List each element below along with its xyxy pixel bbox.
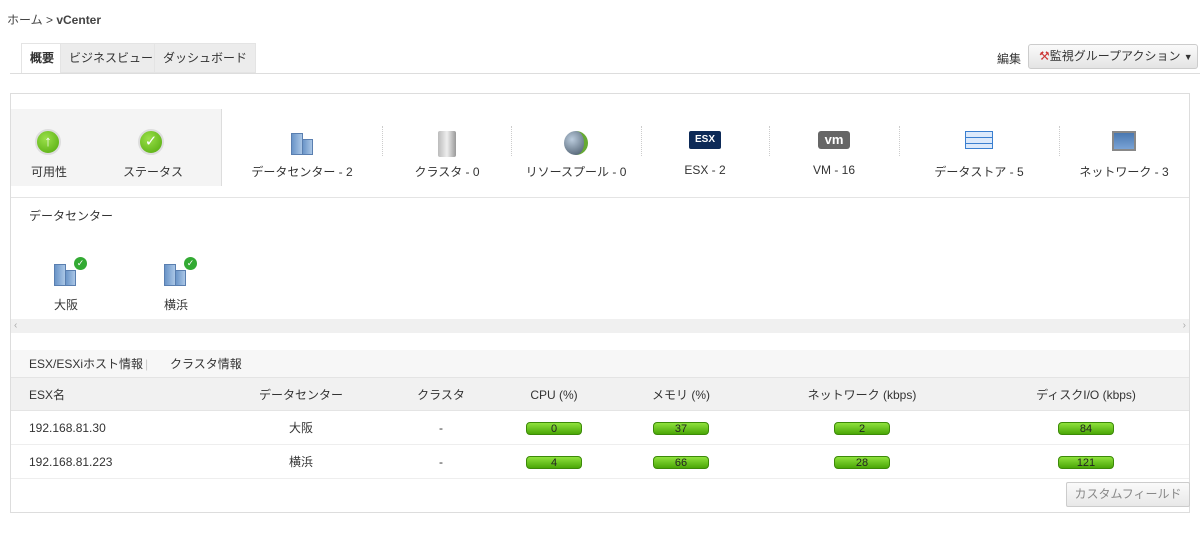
- overview-panel: ↑ 可用性 ✓ ステータス データセンター - 2 クラスタ - 0 リソースプ…: [10, 93, 1190, 513]
- tab-divider: [10, 73, 1200, 74]
- tools-icon: ⚒: [1039, 49, 1050, 63]
- esx-name[interactable]: 192.168.81.30: [29, 411, 106, 445]
- col-cpu[interactable]: CPU (%): [530, 378, 577, 412]
- network-bar: 28: [834, 456, 890, 470]
- cluster: -: [439, 421, 443, 435]
- cluster-icon: [438, 131, 456, 157]
- col-disk-io[interactable]: ディスクI/O (kbps): [1036, 378, 1136, 412]
- summary-datastore[interactable]: データストア - 5: [899, 109, 1059, 186]
- datacenter-name: 横浜: [163, 298, 188, 312]
- cluster: -: [439, 455, 443, 469]
- disk-io-bar: 121: [1058, 456, 1114, 470]
- datastore-icon: [965, 131, 993, 149]
- summary-vm[interactable]: vm VM - 16: [769, 109, 899, 186]
- availability-label[interactable]: 可用性: [31, 163, 67, 180]
- divider: [11, 197, 1189, 198]
- table-row: 192.168.81.30 大阪 - 0 37 2 84: [11, 411, 1189, 445]
- breadcrumb-home[interactable]: ホーム: [7, 13, 43, 27]
- resource-pool-icon: [564, 131, 588, 155]
- summary-label: ネットワーク - 3: [1079, 165, 1169, 179]
- subtab-separator: |: [145, 357, 149, 371]
- horizontal-scrollbar[interactable]: ‹ ›: [11, 319, 1189, 333]
- summary-label: データセンター - 2: [251, 165, 353, 179]
- breadcrumb: ホーム > vCenter: [7, 11, 101, 28]
- monitor-group-action-button[interactable]: ⚒監視グループアクション ▼: [1028, 44, 1198, 69]
- subtabs: ESX/ESXiホスト情報 | クラスタ情報: [11, 350, 1189, 378]
- datacenter-icon: [289, 131, 315, 155]
- datacenter-section-title: データセンター: [29, 209, 114, 223]
- subtab-cluster-info[interactable]: クラスタ情報: [170, 350, 242, 378]
- datacenter-item[interactable]: ✓ 横浜: [151, 257, 201, 313]
- datacenter-ok-icon: ✓: [163, 257, 197, 286]
- action-label: 監視グループアクション: [1049, 49, 1181, 63]
- datacenter: 大阪: [288, 421, 314, 435]
- table-row: 192.168.81.223 横浜 - 4 66 28 121: [11, 445, 1189, 479]
- summary-resource-pool[interactable]: リソースプール - 0: [511, 109, 641, 186]
- datacenter: 横浜: [288, 455, 314, 469]
- tab-overview[interactable]: 概要: [21, 43, 64, 74]
- scroll-left-icon[interactable]: ‹: [14, 319, 17, 333]
- summary-label: リソースプール - 0: [525, 165, 627, 179]
- datacenter-item[interactable]: ✓ 大阪: [41, 257, 91, 313]
- breadcrumb-current: vCenter: [56, 13, 102, 27]
- summary-label: クラスタ - 0: [414, 165, 480, 179]
- chevron-down-icon: ▼: [1183, 52, 1193, 62]
- memory-bar: 37: [653, 422, 709, 436]
- col-esx-name[interactable]: ESX名: [29, 378, 65, 412]
- summary-esx[interactable]: ESX ESX - 2: [641, 109, 769, 186]
- summary-cluster[interactable]: クラスタ - 0: [382, 109, 512, 186]
- datacenter-ok-icon: ✓: [53, 257, 87, 286]
- esx-name[interactable]: 192.168.81.223: [29, 445, 112, 479]
- custom-field-button[interactable]: カスタムフィールド: [1066, 482, 1190, 507]
- summary-label: ESX - 2: [684, 163, 726, 177]
- network-bar: 2: [834, 422, 890, 436]
- disk-io-bar: 84: [1058, 422, 1114, 436]
- vm-icon: vm: [818, 131, 850, 149]
- breadcrumb-sep: >: [45, 13, 53, 27]
- status-area: ↑ 可用性 ✓ ステータス: [11, 109, 222, 186]
- table-header: ESX名 データセンター クラスタ CPU (%) メモリ (%) ネットワーク…: [11, 377, 1189, 411]
- cpu-bar: 4: [526, 456, 582, 470]
- col-cluster[interactable]: クラスタ: [417, 378, 465, 412]
- col-memory[interactable]: メモリ (%): [652, 378, 710, 412]
- col-datacenter[interactable]: データセンター: [259, 378, 343, 412]
- availability-up-icon: ↑: [35, 129, 61, 155]
- status-label[interactable]: ステータス: [123, 163, 183, 180]
- esx-icon: ESX: [689, 131, 721, 149]
- datacenter-name: 大阪: [53, 298, 78, 312]
- status-ok-icon: ✓: [138, 129, 164, 155]
- cpu-bar: 0: [526, 422, 582, 436]
- summary-network[interactable]: ネットワーク - 3: [1059, 109, 1189, 186]
- network-icon: [1112, 131, 1136, 151]
- summary-datacenter[interactable]: データセンター - 2: [222, 109, 382, 186]
- tab-business-view[interactable]: ビジネスビュー: [60, 43, 163, 73]
- memory-bar: 66: [653, 456, 709, 470]
- edit-link[interactable]: 編集: [997, 50, 1021, 67]
- scroll-right-icon[interactable]: ›: [1183, 319, 1186, 333]
- summary-label: VM - 16: [812, 163, 855, 177]
- tab-dashboard[interactable]: ダッシュボード: [154, 43, 257, 73]
- subtab-esx-host-info[interactable]: ESX/ESXiホスト情報: [29, 350, 143, 378]
- summary-label: データストア - 5: [934, 165, 1024, 179]
- col-network[interactable]: ネットワーク (kbps): [808, 378, 917, 412]
